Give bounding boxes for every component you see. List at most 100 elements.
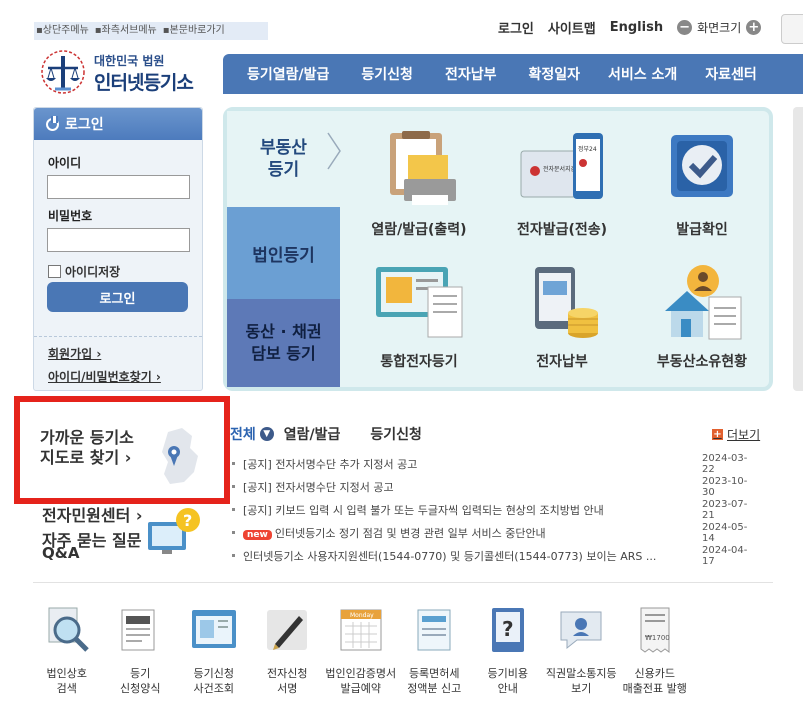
svg-text:?: ? bbox=[502, 617, 514, 641]
mobile-wallet-icon: 전자문서지갑 정부24 bbox=[520, 133, 603, 199]
find-account-link[interactable]: 아이디/비밀번호찾기 › bbox=[34, 368, 202, 385]
login-panel-header: 로그인 bbox=[34, 108, 202, 140]
house-owner-icon bbox=[665, 265, 742, 340]
notice-date: 2024-04-17 bbox=[702, 544, 748, 567]
save-id-checkbox-row[interactable]: 아이디저장 bbox=[48, 263, 120, 280]
main-nav: 등기열람/발급 등기신청 전자납부 확정일자 서비스 소개 자료센터 bbox=[223, 54, 803, 94]
skip-link-top-menu[interactable]: ▪상단주메뉴 bbox=[36, 22, 89, 40]
e-civil-center-link[interactable]: 전자민원센터 › bbox=[42, 502, 142, 526]
notice-title-row[interactable]: new 인터넷등기소 정기 점검 및 변경 관련 일부 서비스 중단안내 bbox=[243, 525, 693, 541]
service-verify[interactable]: 발급확인 bbox=[632, 129, 772, 239]
quick-label: 등록면허세 정액분 신고 bbox=[407, 667, 462, 695]
save-id-checkbox[interactable] bbox=[48, 265, 61, 278]
list-item[interactable]: new 인터넷등기소 정기 점검 및 변경 관련 일부 서비스 중단안내 2024… bbox=[230, 521, 760, 544]
utility-bar: 로그인 사이트맵 English − 화면크기 + bbox=[498, 18, 762, 37]
quick-registration-tax-report[interactable]: 등록면허세 정액분 신고 bbox=[398, 604, 472, 696]
service-ownership-status[interactable]: 부동산소유현황 bbox=[632, 261, 772, 371]
nearby-office-map-link[interactable]: 가까운 등기소 지도로 찾기 › bbox=[14, 396, 230, 504]
service-integrated-e-registry[interactable]: 통합전자등기 bbox=[349, 261, 489, 371]
quick-links: 법인상호 검색 등기 신청양식 등기신청 사건조회 전자신청 서명 Monday… bbox=[30, 604, 790, 696]
service-e-issue-label: 전자발급(전송) bbox=[516, 222, 608, 238]
nav-item-service-intro[interactable]: 서비스 소개 bbox=[594, 64, 691, 84]
service-view-issue[interactable]: 열람/발급(출력) bbox=[349, 129, 489, 239]
egov-doc-text: 전자문서지갑 bbox=[543, 165, 577, 173]
zoom-control: − 화면크기 + bbox=[677, 19, 762, 36]
calendar-icon: Monday bbox=[340, 609, 382, 651]
list-item[interactable]: [공지] 전자서명수단 추가 지정서 공고 2024-03-22 bbox=[230, 452, 760, 475]
notice-title[interactable]: 인터넷등기소 사용자지원센터(1544-0770) 및 등기콜센터(1544-0… bbox=[243, 548, 693, 564]
tab-movable-collateral[interactable]: 동산 · 채권 담보 등기 bbox=[227, 299, 340, 387]
quick-ex-officio-cancellation-notice[interactable]: 직권말소통지등 보기 bbox=[545, 604, 619, 696]
help-monitor-icon: ? bbox=[148, 508, 200, 554]
quick-label: 직권말소통지등 보기 bbox=[545, 667, 617, 695]
password-input[interactable] bbox=[47, 228, 190, 252]
quick-corp-name-search[interactable]: 법인상호 검색 bbox=[30, 604, 104, 696]
util-login-link[interactable]: 로그인 bbox=[498, 18, 534, 37]
tab-movable-line1: 동산 · 채권 bbox=[245, 322, 322, 341]
quick-application-forms[interactable]: 등기 신청양식 bbox=[104, 604, 178, 696]
notice-title[interactable]: [공지] 전자서명수단 추가 지정서 공고 bbox=[243, 456, 693, 472]
notice-title[interactable]: [공지] 전자서명수단 지정서 공고 bbox=[243, 479, 693, 495]
zoom-label: 화면크기 bbox=[697, 21, 742, 35]
nav-item-fixed-date[interactable]: 확정일자 bbox=[510, 64, 594, 84]
tab-real-estate-line1: 부동산 bbox=[260, 138, 307, 158]
nav-item-data-center[interactable]: 자료센터 bbox=[691, 64, 771, 84]
question-document-icon: ? bbox=[491, 608, 524, 652]
quick-case-inquiry[interactable]: 등기신청 사건조회 bbox=[177, 604, 251, 696]
search-icon[interactable] bbox=[781, 14, 803, 44]
signup-link[interactable]: 회원가입 › bbox=[34, 345, 202, 362]
quick-seal-certificate-reservation[interactable]: Monday 법인인감증명서 발급예약 bbox=[324, 604, 398, 696]
list-item[interactable]: 인터넷등기소 사용자지원센터(1544-0770) 및 등기콜센터(1544-0… bbox=[230, 544, 760, 567]
skip-link-side-menu[interactable]: ▪좌측서브메뉴 bbox=[95, 22, 157, 40]
id-input[interactable] bbox=[47, 175, 190, 199]
logo-title: 인터넷등기소 bbox=[94, 72, 194, 94]
nav-item-apply[interactable]: 등기신청 bbox=[343, 64, 427, 84]
quick-card-receipt-issue[interactable]: ₩1700 신용카드 매출전표 발행 bbox=[618, 604, 692, 696]
site-logo[interactable]: 대한민국 법원 인터넷등기소 bbox=[38, 46, 208, 98]
service-e-issue[interactable]: 전자문서지갑 정부24 전자발급(전송) bbox=[492, 129, 632, 239]
service-e-payment[interactable]: 전자납부 bbox=[492, 261, 632, 371]
quick-registration-cost-guide[interactable]: ? 등기비용 안내 bbox=[471, 604, 545, 696]
chevron-right-icon bbox=[327, 132, 341, 170]
faq-link-qa[interactable]: Q&A bbox=[42, 544, 79, 562]
new-badge: new bbox=[243, 529, 272, 540]
tab-notice-all[interactable]: 전체 bbox=[230, 424, 256, 444]
quick-label: 법인인감증명서 발급예약 bbox=[325, 667, 397, 695]
tablet-coins-icon bbox=[535, 267, 598, 338]
more-link-label: 더보기 bbox=[727, 428, 761, 442]
zoom-out-icon[interactable]: − bbox=[677, 20, 693, 35]
tab-real-estate-line2: 등기 bbox=[267, 160, 300, 180]
quick-label: 등기신청 사건조회 bbox=[193, 667, 234, 695]
magnifier-document-icon bbox=[48, 607, 89, 652]
quick-label: 등기비용 안내 bbox=[487, 667, 528, 695]
zoom-in-icon[interactable]: + bbox=[746, 20, 762, 35]
login-panel-title: 로그인 bbox=[65, 117, 104, 133]
list-item[interactable]: [공지] 키보드 입력 시 입력 불가 또는 두글자씩 입력되는 현상의 조치방… bbox=[230, 498, 760, 521]
skip-link-content[interactable]: ▪본문바로가기 bbox=[163, 22, 225, 40]
util-english-link[interactable]: English bbox=[610, 20, 663, 35]
chevron-down-icon[interactable]: ▼ bbox=[259, 427, 274, 441]
quick-e-sign[interactable]: 전자신청 서명 bbox=[251, 604, 325, 696]
bullet-icon bbox=[232, 485, 235, 488]
save-id-label: 아이디저장 bbox=[65, 265, 121, 279]
tab-notice-view-issue[interactable]: 열람/발급 bbox=[284, 424, 341, 444]
notice-title: 인터넷등기소 정기 점검 및 변경 관련 일부 서비스 중단안내 bbox=[274, 526, 546, 540]
tab-corporate[interactable]: 법인등기 bbox=[227, 207, 340, 299]
login-button[interactable]: 로그인 bbox=[47, 282, 188, 312]
notice-date: 2024-05-14 bbox=[702, 521, 748, 544]
notice-title[interactable]: [공지] 키보드 입력 시 입력 불가 또는 두글자씩 입력되는 현상의 조치방… bbox=[243, 502, 693, 518]
quick-label: 신용카드 매출전표 발행 bbox=[622, 667, 687, 695]
forms-icon bbox=[121, 609, 155, 651]
bullet-icon bbox=[232, 508, 235, 511]
login-panel: 로그인 아이디 비밀번호 아이디저장 로그인 회원가입 › 아이디/비밀번호찾기… bbox=[33, 107, 203, 391]
tab-real-estate[interactable]: 부동산 등기 bbox=[227, 111, 341, 207]
side-banner-edge bbox=[793, 107, 803, 391]
tab-notice-apply[interactable]: 등기신청 bbox=[370, 424, 422, 444]
bullet-icon bbox=[232, 531, 235, 534]
nav-item-payment[interactable]: 전자납부 bbox=[427, 64, 511, 84]
list-item[interactable]: [공지] 전자서명수단 지정서 공고 2023-10-30 bbox=[230, 475, 760, 498]
more-link[interactable]: + 더보기 bbox=[712, 426, 760, 443]
service-integrated-label: 통합전자등기 bbox=[380, 354, 458, 370]
nav-item-view-issue[interactable]: 등기열람/발급 bbox=[223, 64, 343, 84]
util-sitemap-link[interactable]: 사이트맵 bbox=[548, 18, 596, 37]
